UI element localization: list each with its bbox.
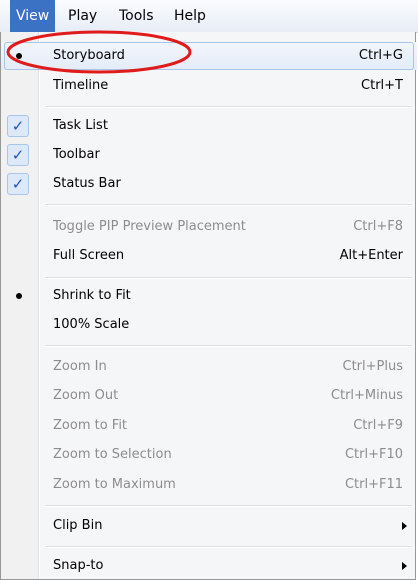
menu-separator xyxy=(45,106,412,108)
menu-item-label: Zoom In xyxy=(53,359,107,374)
checkmark-icon: ✓ xyxy=(7,144,29,166)
menu-item-label: Shrink to Fit xyxy=(53,288,131,303)
menu-item-toggle-pip: Toggle PIP Preview Placement Ctrl+F8 xyxy=(1,213,417,241)
menu-item-shortcut: Ctrl+F10 xyxy=(344,447,403,462)
menu-separator xyxy=(45,277,412,279)
menu-view[interactable]: View xyxy=(10,0,56,32)
menu-item-toolbar[interactable]: ✓ Toolbar xyxy=(1,141,417,169)
menu-separator xyxy=(45,546,412,548)
menu-separator xyxy=(45,345,412,347)
menu-item-shortcut: Ctrl+T xyxy=(361,78,403,93)
menu-item-label: Status Bar xyxy=(53,176,121,191)
menu-item-status-bar[interactable]: ✓ Status Bar xyxy=(1,170,417,198)
menu-item-shortcut: Ctrl+G xyxy=(358,48,403,63)
menu-item-shortcut: Ctrl+F8 xyxy=(353,219,403,234)
menu-item-100-scale[interactable]: 100% Scale xyxy=(1,311,417,339)
view-dropdown-menu: Storyboard Ctrl+G Timeline Ctrl+T ✓ Task… xyxy=(0,32,417,580)
menu-item-zoom-to-fit: Zoom to Fit Ctrl+F9 xyxy=(1,412,417,440)
submenu-arrow-icon xyxy=(402,562,407,570)
menu-item-label: Zoom to Fit xyxy=(53,418,128,433)
menu-item-full-screen[interactable]: Full Screen Alt+Enter xyxy=(1,242,417,270)
menu-item-snap-to[interactable]: Snap-to xyxy=(1,552,417,580)
menu-play[interactable]: Play xyxy=(62,0,103,32)
menu-item-shortcut: Ctrl+F11 xyxy=(344,477,403,492)
menu-item-label: Full Screen xyxy=(53,248,125,263)
menu-item-zoom-out: Zoom Out Ctrl+Minus xyxy=(1,382,417,410)
menu-item-label: Toolbar xyxy=(53,147,100,162)
menu-item-storyboard[interactable]: Storyboard Ctrl+G xyxy=(1,42,417,70)
menu-item-clip-bin[interactable]: Clip Bin xyxy=(1,512,417,540)
menu-item-shortcut: Ctrl+Minus xyxy=(330,388,403,403)
menu-item-task-list[interactable]: ✓ Task List xyxy=(1,112,417,140)
menu-item-label: Timeline xyxy=(53,78,109,93)
menu-item-label: 100% Scale xyxy=(53,317,130,332)
menu-separator xyxy=(45,505,412,507)
menu-item-shrink-to-fit[interactable]: Shrink to Fit xyxy=(1,282,417,310)
menu-item-zoom-in: Zoom In Ctrl+Plus xyxy=(1,353,417,381)
menu-separator xyxy=(45,204,412,206)
radio-bullet-icon xyxy=(16,53,22,59)
menu-item-label: Toggle PIP Preview Placement xyxy=(53,219,246,234)
checkmark-icon: ✓ xyxy=(7,115,29,137)
menu-bar: View Play Tools Help xyxy=(0,0,418,33)
menu-item-label: Zoom to Selection xyxy=(53,447,172,462)
checkmark-icon: ✓ xyxy=(7,173,29,195)
menu-item-label: Clip Bin xyxy=(53,518,103,533)
menu-help[interactable]: Help xyxy=(168,0,212,32)
menu-item-zoom-to-maximum: Zoom to Maximum Ctrl+F11 xyxy=(1,471,417,499)
radio-bullet-icon xyxy=(16,293,22,299)
menu-item-shortcut: Ctrl+F9 xyxy=(353,418,403,433)
menu-item-shortcut: Alt+Enter xyxy=(339,248,403,263)
menu-item-label: Zoom Out xyxy=(53,388,119,403)
menu-item-label: Zoom to Maximum xyxy=(53,477,176,492)
menu-item-zoom-to-selection: Zoom to Selection Ctrl+F10 xyxy=(1,441,417,469)
submenu-arrow-icon xyxy=(402,522,407,530)
menu-tools[interactable]: Tools xyxy=(113,0,160,32)
menu-item-timeline[interactable]: Timeline Ctrl+T xyxy=(1,72,417,100)
menu-item-shortcut: Ctrl+Plus xyxy=(342,359,404,374)
menu-item-label: Storyboard xyxy=(53,48,125,63)
menu-item-label: Snap-to xyxy=(53,558,104,573)
menu-item-label: Task List xyxy=(53,118,108,133)
